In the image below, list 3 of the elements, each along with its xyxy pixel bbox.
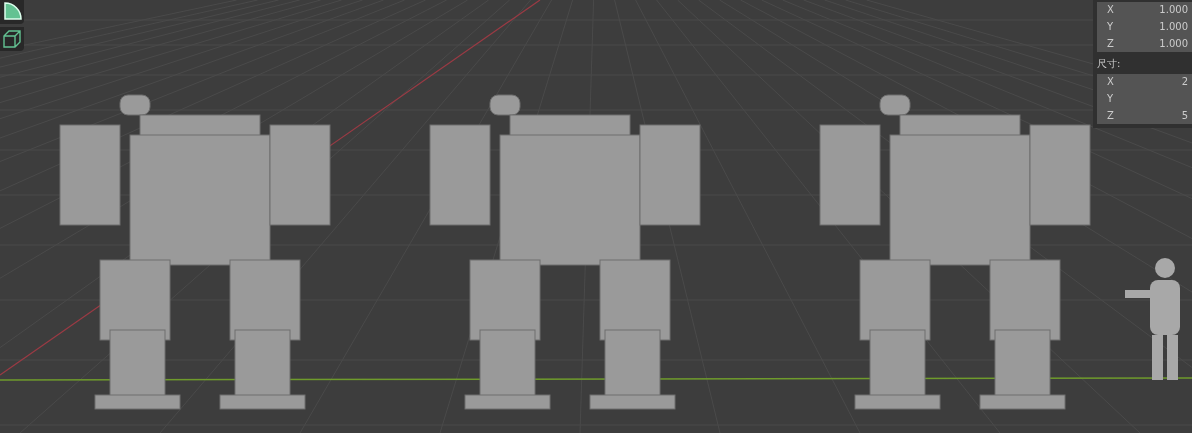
cube-tool-icon[interactable] [0,27,24,51]
dimensions-label: 尺寸: [1097,57,1122,71]
measure-tool-icon[interactable] [0,0,24,24]
